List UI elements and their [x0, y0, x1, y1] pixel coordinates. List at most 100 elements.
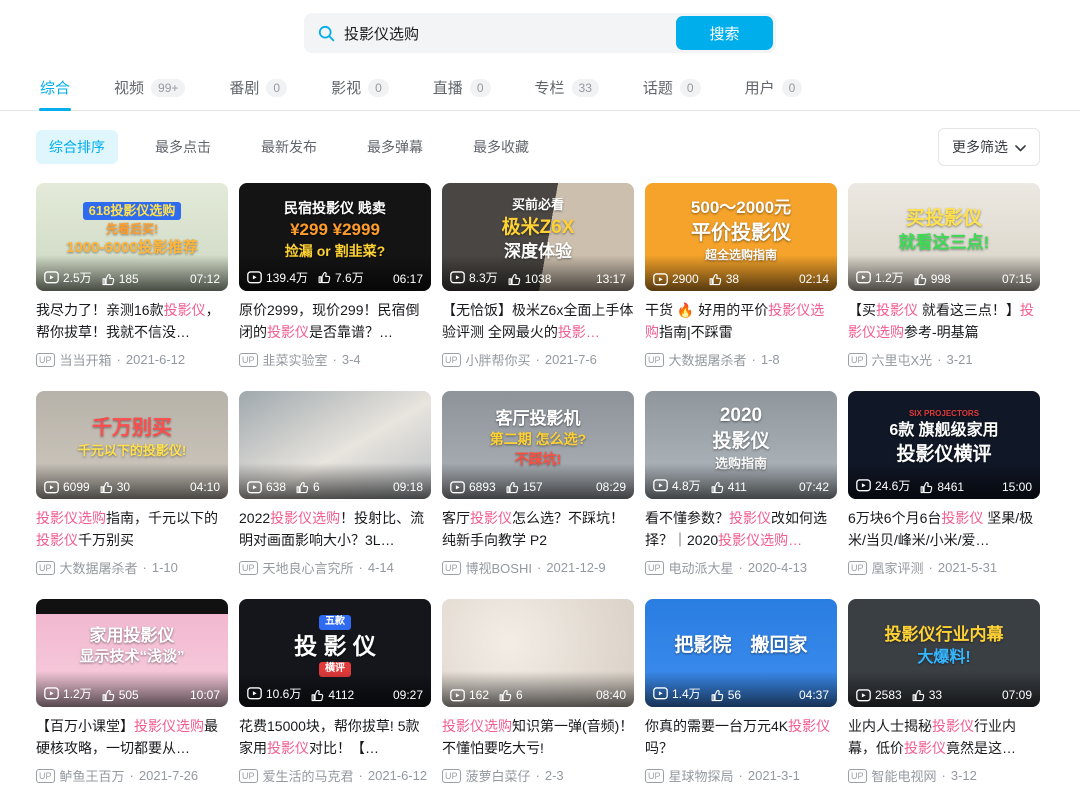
like-count: 411: [711, 480, 747, 494]
tab-番剧[interactable]: 番剧 0: [229, 65, 288, 110]
thumbnail-stats: 4.8万 411 07:42: [645, 463, 837, 499]
tab-用户[interactable]: 用户 0: [745, 65, 803, 110]
uploader-line[interactable]: UP 智能电视网 · 3-12: [848, 766, 1040, 785]
tab-综合[interactable]: 综合: [40, 65, 70, 110]
video-title[interactable]: 客厅投影仪怎么选？不踩坑！纯新手向教学 P2: [442, 507, 634, 551]
video-card: 把影院 搬回家 1.4万 56 04:37 你真的需要一台万元4K投影仪吗？ U…: [645, 599, 837, 785]
like-count: 30: [100, 480, 130, 494]
video-card: 五款投 影 仪横评 10.6万 4112 09:27 花费15000块，帮你拔草…: [239, 599, 431, 785]
view-count: 6893: [450, 480, 496, 494]
play-icon: [44, 687, 59, 700]
uploader-line[interactable]: UP 凰家评测 · 2021-5-31: [848, 558, 1040, 577]
chevron-down-icon: [1015, 139, 1026, 155]
video-thumbnail[interactable]: 162 6 08:40: [442, 599, 634, 707]
thumbnail-stats: 1.2万 505 10:07: [36, 671, 228, 707]
thumbnail-stats: 162 6 08:40: [442, 671, 634, 707]
view-count: 1.4万: [653, 685, 701, 702]
upload-date: 1-8: [760, 352, 780, 367]
video-thumbnail[interactable]: 把影院 搬回家 1.4万 56 04:37: [645, 599, 837, 707]
more-filters-button[interactable]: 更多筛选: [938, 128, 1040, 166]
video-thumbnail[interactable]: 客厅投影机 第二期 怎么选? 不踩坑! 6893 157 08:29: [442, 391, 634, 499]
like-count: 505: [102, 688, 139, 702]
video-title[interactable]: 【买投影仪 就看这三点！】投影仪选购参考-明基篇: [848, 299, 1040, 343]
uploader-name: 鲈鱼王百万: [59, 769, 125, 784]
video-title[interactable]: 2022投影仪选购！投射比、流明对画面影响大小？3L…: [239, 507, 431, 551]
date-separator: ·: [535, 768, 540, 783]
tab-count-badge: 0: [266, 78, 288, 97]
play-icon: [653, 687, 668, 700]
uploader-line[interactable]: UP 博视BOSHI · 2021-12-9: [442, 558, 634, 577]
video-thumbnail[interactable]: 五款投 影 仪横评 10.6万 4112 09:27: [239, 599, 431, 707]
uploader-line[interactable]: UP 大数据屠杀者 · 1-8: [645, 350, 837, 369]
video-thumbnail[interactable]: 买前必看 极米Z6X 深度体验 8.3万 1038 13:17: [442, 183, 634, 291]
uploader-line[interactable]: UP 鲈鱼王百万 · 2021-7-26: [36, 766, 228, 785]
video-title[interactable]: 干货 🔥 好用的平价投影仪选购指南|不踩雷: [645, 299, 837, 343]
filter-最多点击[interactable]: 最多点击: [142, 130, 224, 164]
tab-专栏[interactable]: 专栏 33: [535, 65, 599, 110]
uploader-line[interactable]: UP 星球物探局 · 2021-3-1: [645, 766, 837, 785]
tab-话题[interactable]: 话题 0: [643, 65, 701, 110]
video-thumbnail[interactable]: 500～2000元平价投影仪超全选购指南 2900: [645, 183, 837, 291]
upload-date: 3-12: [950, 768, 977, 783]
up-icon: UP: [645, 768, 664, 783]
video-duration: 04:10: [189, 480, 220, 494]
filter-最多弹幕[interactable]: 最多弹幕: [354, 130, 436, 164]
thumbnail-stats: 6893 157 08:29: [442, 463, 634, 499]
view-count: 1.2万: [856, 269, 904, 286]
search-button[interactable]: 搜索: [676, 16, 773, 50]
video-thumbnail[interactable]: 618投影仪选购 先看后买! 1000-6000投影推荐 2.5万 185 07…: [36, 183, 228, 291]
up-icon: UP: [645, 560, 664, 575]
video-thumbnail[interactable]: 买投影仪 就看这三点! 1.2万 998 07:15: [848, 183, 1040, 291]
uploader-line[interactable]: UP 韭菜实验室 · 3-4: [239, 350, 431, 369]
date-separator: ·: [332, 352, 337, 367]
video-thumbnail[interactable]: 投影仪行业内幕 大爆料! 2583 33 07:09: [848, 599, 1040, 707]
video-title[interactable]: 投影仪选购知识第一弹(音频)！不懂怕要吃大亏!: [442, 715, 634, 759]
tab-直播[interactable]: 直播 0: [433, 65, 491, 110]
video-thumbnail[interactable]: 家用投影仪 显示技术“浅谈” 1.2万 505 10:07: [36, 599, 228, 707]
video-thumbnail[interactable]: 2020投影仪选购指南 4.8万: [645, 391, 837, 499]
video-thumbnail[interactable]: SIX PROJECTORS 6款 旗舰级家用 投影仪横评 24.6万 8461…: [848, 391, 1040, 499]
tab-影视[interactable]: 影视 0: [331, 65, 389, 110]
video-title[interactable]: 【百万小课堂】投影仪选购最硬核攻略，一切都要从…: [36, 715, 228, 759]
uploader-line[interactable]: UP 六里屯X光 · 3-21: [848, 350, 1040, 369]
uploader-line[interactable]: UP 爱生活的马克君 · 2021-6-12: [239, 766, 431, 785]
date-separator: ·: [751, 352, 756, 367]
uploader-name: 爱生活的马克君: [262, 769, 354, 784]
uploader-line[interactable]: UP 大数据屠杀者 · 1-10: [36, 558, 228, 577]
uploader-line[interactable]: UP 天地良心言究所 · 4-14: [239, 558, 431, 577]
search-input[interactable]: [344, 24, 670, 42]
upload-date: 3-21: [946, 352, 973, 367]
video-title[interactable]: 投影仪选购指南，千元以下的投影仪千万别买: [36, 507, 228, 551]
filter-最新发布[interactable]: 最新发布: [248, 130, 330, 164]
video-title[interactable]: 你真的需要一台万元4K投影仪吗？: [645, 715, 837, 759]
uploader-name: 智能电视网: [871, 769, 937, 784]
video-title[interactable]: 我尽力了！亲测16款投影仪，帮你拔草！我就不信没…: [36, 299, 228, 343]
search-bar[interactable]: 搜索: [304, 13, 776, 53]
like-count: 185: [102, 272, 139, 286]
tab-label: 专栏: [534, 80, 565, 97]
video-title[interactable]: 看不懂参数？投影仪改如何选择？｜2020投影仪选购…: [645, 507, 837, 551]
video-title[interactable]: 6万块6个月6台投影仪 坚果/极米/当贝/峰米/小米/爱…: [848, 507, 1040, 551]
tab-label: 话题: [642, 80, 673, 97]
video-thumbnail[interactable]: 民宿投影仪 贱卖 ¥299 ¥2999 捡漏 or 割韭菜? 139.4万 7.…: [239, 183, 431, 291]
thumbnail-text: 把影院 搬回家: [674, 635, 808, 657]
video-title[interactable]: 花费15000块，帮你拔草! 5款家用投影仪对比！【…: [239, 715, 431, 759]
uploader-line[interactable]: UP 电动派大星 · 2020-4-13: [645, 558, 837, 577]
more-filters-label: 更多筛选: [952, 139, 1008, 155]
video-thumbnail[interactable]: 千万别买 千元以下的投影仪! 6099 30 04:10: [36, 391, 228, 499]
uploader-line[interactable]: UP 当当开箱 · 2021-6-12: [36, 350, 228, 369]
video-title[interactable]: 【无恰饭】极米Z6x全面上手体验评测 全网最火的投影…: [442, 299, 634, 343]
tab-视频[interactable]: 视频 99+: [114, 65, 186, 110]
video-title[interactable]: 原价2999，现价299！民宿倒闭的投影仪是否靠谱？…: [239, 299, 431, 343]
uploader-line[interactable]: UP 小胖帮你买 · 2021-7-6: [442, 350, 634, 369]
video-title[interactable]: 业内人士揭秘投影仪行业内幕，低价投影仪竟然是这…: [848, 715, 1040, 759]
video-duration: 08:40: [595, 688, 626, 702]
video-thumbnail[interactable]: 638 6 09:18: [239, 391, 431, 499]
upload-date: 2021-7-6: [544, 352, 597, 367]
thumbs-up-icon: [920, 481, 933, 494]
filter-最多收藏[interactable]: 最多收藏: [460, 130, 542, 164]
uploader-line[interactable]: UP 菠萝白菜仔 · 2-3: [442, 766, 634, 785]
play-icon: [856, 688, 871, 702]
filter-综合排序[interactable]: 综合排序: [36, 130, 118, 164]
uploader-name: 韭菜实验室: [262, 353, 328, 368]
